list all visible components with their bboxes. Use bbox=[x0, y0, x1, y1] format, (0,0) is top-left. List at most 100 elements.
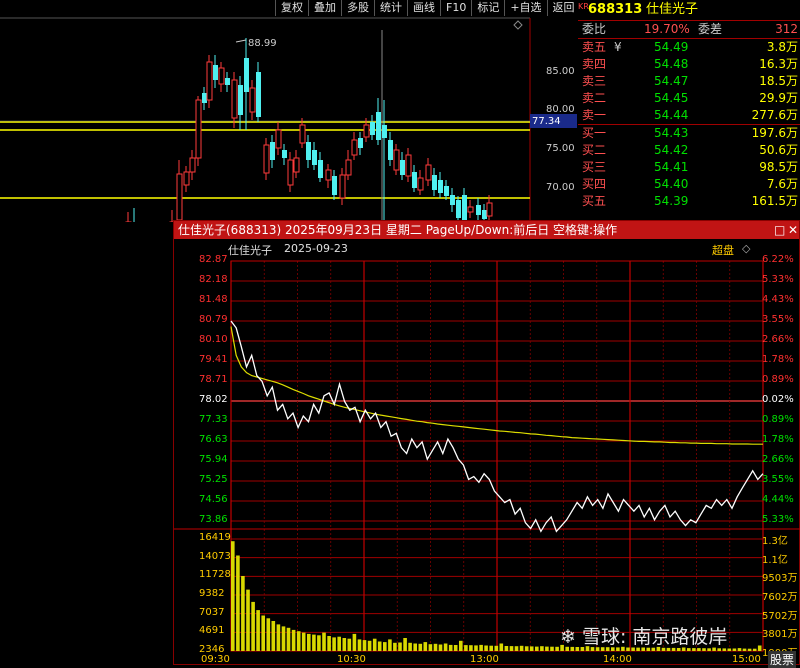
candle[interactable] bbox=[345, 159, 352, 176]
candle[interactable] bbox=[400, 160, 405, 175]
volume-bar bbox=[545, 646, 549, 651]
candle[interactable] bbox=[299, 124, 306, 144]
candle[interactable] bbox=[376, 112, 381, 140]
candle[interactable] bbox=[225, 78, 230, 85]
volume-bar bbox=[540, 646, 544, 651]
price-tick-label: 80.79 bbox=[199, 314, 228, 325]
candle[interactable] bbox=[382, 125, 387, 138]
corner-tag[interactable]: 股票 bbox=[768, 651, 797, 668]
volume-bar bbox=[286, 627, 291, 651]
candle[interactable] bbox=[270, 142, 275, 160]
volume-bar bbox=[322, 632, 326, 651]
candle[interactable] bbox=[263, 144, 270, 174]
candle[interactable] bbox=[456, 200, 461, 218]
candle[interactable] bbox=[325, 169, 332, 181]
candle[interactable] bbox=[287, 159, 294, 186]
buy-row[interactable]: 买二 54.42 50.6万 bbox=[578, 142, 800, 159]
candle[interactable] bbox=[393, 149, 400, 171]
candle[interactable] bbox=[231, 79, 238, 119]
sell-row[interactable]: 卖一 54.44 277.6万 bbox=[578, 107, 800, 124]
candle[interactable] bbox=[256, 72, 261, 117]
sell-volume: 16.3万 bbox=[759, 57, 798, 71]
price-tick-label: 82.18 bbox=[199, 274, 228, 285]
sell-row[interactable]: 卖二 54.45 29.9万 bbox=[578, 90, 800, 107]
sell-row[interactable]: 卖四 54.48 16.3万 bbox=[578, 56, 800, 73]
volume-bar bbox=[357, 639, 362, 651]
candle[interactable] bbox=[370, 122, 375, 135]
candle[interactable] bbox=[332, 176, 337, 195]
price-tick-label: 78.71 bbox=[199, 374, 228, 385]
candle[interactable] bbox=[444, 186, 449, 196]
candle[interactable] bbox=[358, 138, 363, 148]
buy-volume: 98.5万 bbox=[759, 160, 798, 174]
buy-row[interactable]: 买五 54.39 161.5万 bbox=[578, 193, 800, 210]
intraday-popup[interactable]: 仕佳光子(688313) 2025年09月23日 星期二 PageUp/Down… bbox=[173, 220, 800, 665]
candle[interactable] bbox=[238, 85, 243, 115]
kline-axis-label: 75.00 bbox=[546, 143, 575, 154]
kline-current-price: 77.34 bbox=[532, 116, 561, 127]
buy-price: 54.42 bbox=[654, 143, 689, 157]
volume-bar bbox=[438, 644, 443, 651]
volume-bar bbox=[747, 648, 752, 651]
candle[interactable] bbox=[293, 157, 300, 173]
candle[interactable] bbox=[351, 139, 358, 156]
candle[interactable] bbox=[467, 206, 474, 213]
volume-bar bbox=[241, 576, 245, 651]
candle[interactable] bbox=[412, 172, 417, 188]
buy-row[interactable]: 买三 54.41 98.5万 bbox=[578, 159, 800, 176]
candle[interactable] bbox=[482, 210, 487, 219]
candle[interactable] bbox=[282, 150, 287, 158]
candle[interactable] bbox=[183, 171, 190, 186]
candle[interactable] bbox=[244, 58, 249, 92]
candle[interactable] bbox=[432, 175, 437, 190]
candle[interactable] bbox=[202, 93, 207, 103]
candle[interactable] bbox=[438, 180, 443, 193]
candle[interactable] bbox=[306, 142, 311, 160]
candle[interactable] bbox=[176, 173, 183, 221]
candle[interactable] bbox=[249, 87, 256, 113]
sell-volume: 277.6万 bbox=[751, 108, 798, 122]
candle[interactable] bbox=[388, 140, 393, 160]
candle[interactable] bbox=[405, 154, 412, 177]
candle[interactable] bbox=[195, 99, 202, 159]
candle[interactable] bbox=[189, 157, 196, 173]
sell-row[interactable]: 卖五 ¥54.49 3.8万 bbox=[578, 39, 800, 56]
kline-max-label: 88.99 bbox=[248, 38, 277, 49]
candle[interactable] bbox=[476, 205, 481, 215]
sell-price: 54.48 bbox=[654, 57, 689, 71]
diamond-icon[interactable] bbox=[513, 20, 523, 30]
candle[interactable] bbox=[417, 177, 424, 191]
volume-bar bbox=[266, 618, 271, 651]
candle[interactable] bbox=[275, 129, 282, 149]
candle[interactable] bbox=[213, 65, 218, 80]
candle[interactable] bbox=[206, 61, 213, 101]
sell-label: 卖三 bbox=[582, 74, 607, 88]
sell-volume: 3.8万 bbox=[766, 40, 798, 54]
volume-bar bbox=[347, 638, 352, 651]
candle[interactable] bbox=[312, 150, 317, 165]
buy-price: 54.43 bbox=[654, 126, 689, 140]
volume-bar bbox=[271, 621, 276, 651]
volume-bar bbox=[332, 637, 336, 651]
sell-row[interactable]: 卖三 54.47 18.5万 bbox=[578, 73, 800, 90]
candle[interactable] bbox=[218, 67, 225, 85]
candle[interactable] bbox=[425, 164, 432, 181]
candle[interactable] bbox=[486, 202, 493, 217]
price-tick-label: 75.25 bbox=[199, 474, 228, 485]
kline-axis-label: 70.00 bbox=[546, 182, 575, 193]
price-tick-label: 81.48 bbox=[199, 294, 228, 305]
volume-bar bbox=[246, 589, 250, 651]
candle[interactable] bbox=[462, 195, 467, 221]
buy-row[interactable]: 买一 54.43 197.6万 bbox=[578, 125, 800, 142]
weibi-row: 委比 19.70% 委差 312 bbox=[578, 20, 800, 38]
candle[interactable] bbox=[339, 174, 346, 199]
volume-bar bbox=[757, 645, 762, 651]
kline-chart[interactable]: 88.99 85.00 80.00 75.00 70.00 77.34 bbox=[0, 0, 577, 222]
candle[interactable] bbox=[363, 124, 370, 138]
candle[interactable] bbox=[450, 195, 455, 205]
currency-icon: ¥ bbox=[614, 40, 622, 54]
volume-bar bbox=[433, 643, 438, 651]
candle[interactable] bbox=[318, 160, 323, 178]
volume-bar bbox=[276, 624, 281, 651]
buy-row[interactable]: 买四 54.40 7.6万 bbox=[578, 176, 800, 193]
